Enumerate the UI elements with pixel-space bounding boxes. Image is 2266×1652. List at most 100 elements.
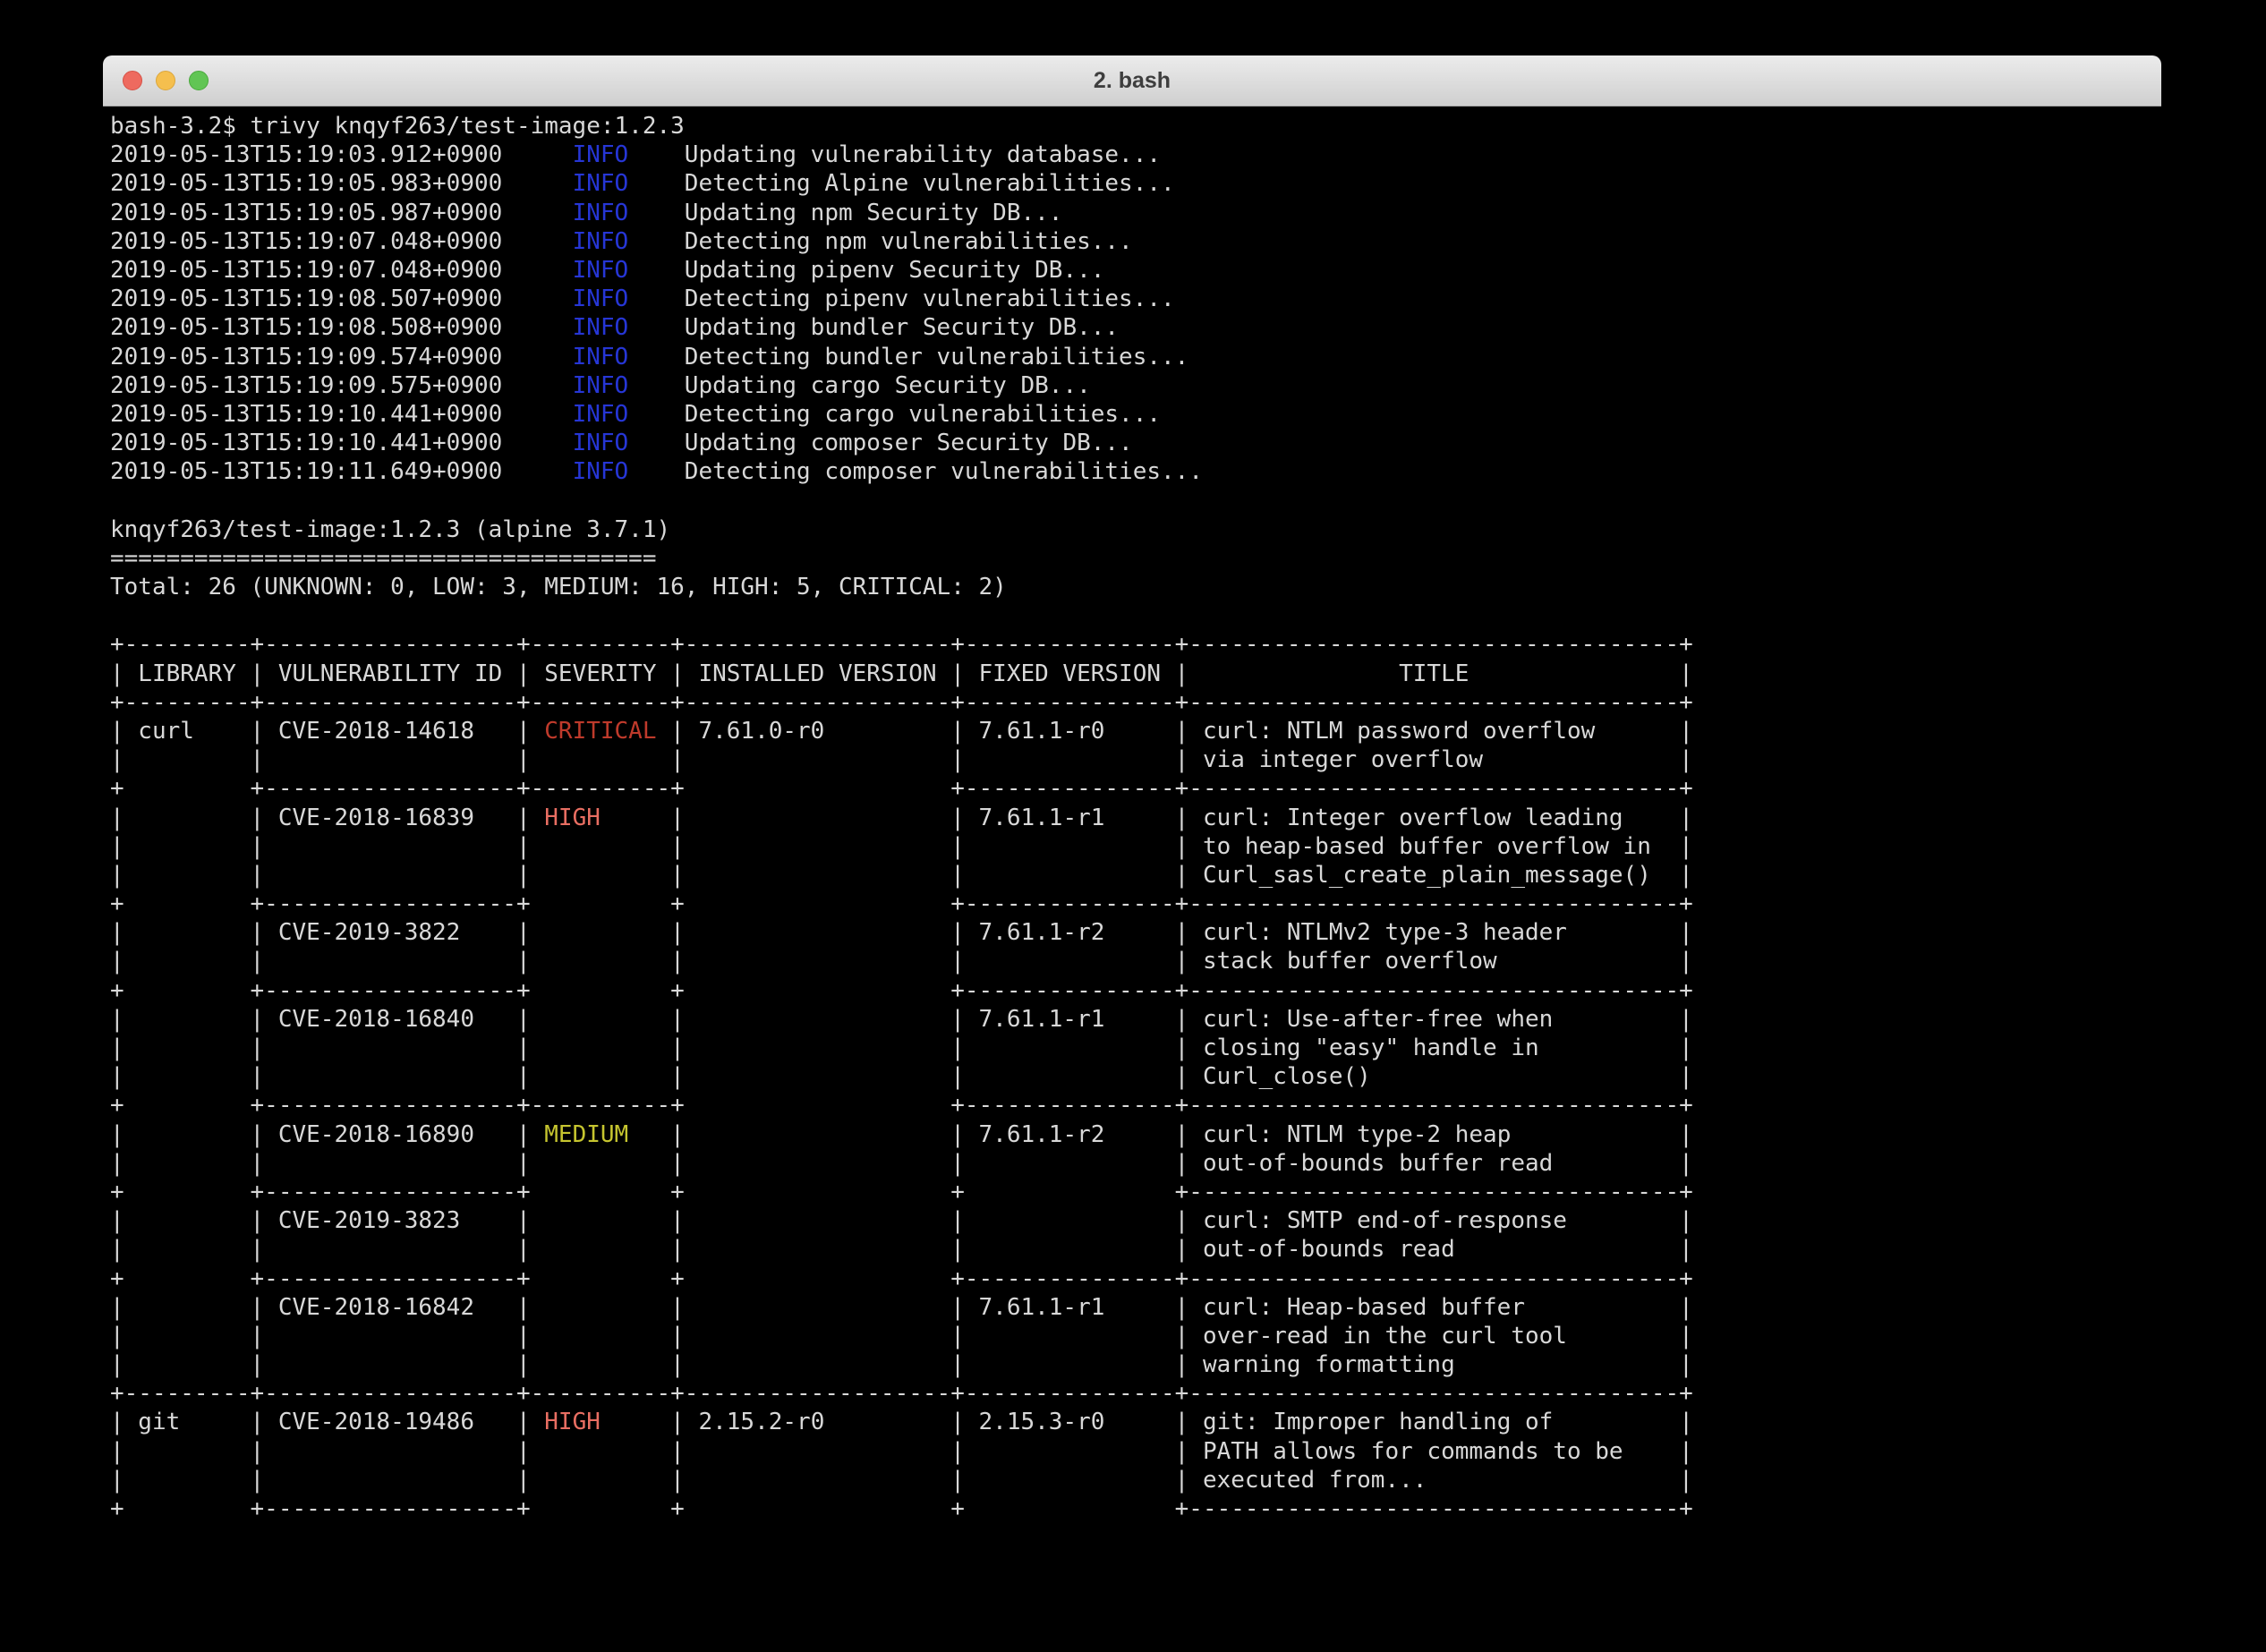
terminal-text: 2019-05-13T15:19:05.987+0900 xyxy=(110,200,573,226)
terminal-line: | | | | | | closing "easy" handle in | xyxy=(110,1034,2161,1062)
terminal-text: 2019-05-13T15:19:10.441+0900 xyxy=(110,430,573,456)
terminal-line: | | | | | | to heap-based buffer overflo… xyxy=(110,832,2161,861)
terminal-line: 2019-05-13T15:19:05.983+0900 INFO Detect… xyxy=(110,169,2161,198)
terminal-text: | | | | | | out-of-bounds read | xyxy=(110,1236,1693,1263)
terminal-line: | | CVE-2018-16839 | HIGH | | 7.61.1-r1 … xyxy=(110,804,2161,832)
high-text: HIGH xyxy=(544,1409,601,1435)
info-text: INFO xyxy=(573,401,629,428)
terminal-line: bash-3.2$ trivy knqyf263/test-image:1.2.… xyxy=(110,112,2161,141)
terminal-text: | | CVE-2018-16890 | xyxy=(110,1121,544,1148)
high-text: HIGH xyxy=(544,805,601,831)
terminal-text: | | | | | | out-of-bounds buffer read | xyxy=(110,1150,1693,1177)
info-text: INFO xyxy=(573,458,629,485)
terminal-line: | | | | | | Curl_sasl_create_plain_messa… xyxy=(110,861,2161,890)
terminal-text: 2019-05-13T15:19:09.574+0900 xyxy=(110,344,573,370)
terminal-text: + +------------------+----------+ +-----… xyxy=(110,1092,1693,1119)
terminal-line: | | CVE-2018-16842 | | | 7.61.1-r1 | cur… xyxy=(110,1293,2161,1322)
terminal-text: Detecting bundler vulnerabilities... xyxy=(628,344,1188,370)
terminal-text: Updating bundler Security DB... xyxy=(628,314,1119,341)
info-text: INFO xyxy=(573,372,629,399)
window-title: 2. bash xyxy=(103,55,2161,106)
terminal-line: + +------------------+ + +--------------… xyxy=(110,1265,2161,1293)
terminal-text: | | 7.61.1-r2 | curl: NTLM type-2 heap | xyxy=(628,1121,1693,1148)
terminal-window: 2. bash bash-3.2$ trivy knqyf263/test-im… xyxy=(103,55,2161,1617)
terminal-text: | | | | | | executed from... | xyxy=(110,1467,1693,1494)
terminal-text: | | | | | | closing "easy" handle in | xyxy=(110,1035,1693,1061)
terminal-line: | LIBRARY | VULNERABILITY ID | SEVERITY … xyxy=(110,660,2161,688)
terminal-text: + +------------------+ + +--------------… xyxy=(110,890,1693,917)
terminal-line: 2019-05-13T15:19:07.048+0900 INFO Updati… xyxy=(110,256,2161,285)
terminal-text: + +------------------+ + + +------------… xyxy=(110,1179,1693,1205)
window-titlebar[interactable]: 2. bash xyxy=(103,55,2161,106)
terminal-text: + +------------------+----------+ +-----… xyxy=(110,775,1693,802)
terminal-line: + +------------------+ + +--------------… xyxy=(110,890,2161,918)
terminal-text: | git | CVE-2018-19486 | xyxy=(110,1409,544,1435)
terminal-text: 2019-05-13T15:19:09.575+0900 xyxy=(110,372,573,399)
terminal-text: bash-3.2$ trivy knqyf263/test-image:1.2.… xyxy=(110,113,685,140)
terminal-line: | | CVE-2019-3822 | | | 7.61.1-r2 | curl… xyxy=(110,918,2161,947)
terminal-line: + +------------------+ + +--------------… xyxy=(110,976,2161,1005)
terminal-line: | | | | | | out-of-bounds buffer read | xyxy=(110,1149,2161,1178)
terminal-text: Total: 26 (UNKNOWN: 0, LOW: 3, MEDIUM: 1… xyxy=(110,574,1007,600)
info-text: INFO xyxy=(573,430,629,456)
terminal-text: Updating composer Security DB... xyxy=(628,430,1133,456)
terminal-text: | LIBRARY | VULNERABILITY ID | SEVERITY … xyxy=(110,660,1693,687)
terminal-text: | | | | | | Curl_close() | xyxy=(110,1063,1693,1090)
info-text: INFO xyxy=(573,285,629,312)
terminal-line: 2019-05-13T15:19:07.048+0900 INFO Detect… xyxy=(110,227,2161,256)
terminal-text: | | CVE-2018-16839 | xyxy=(110,805,544,831)
terminal-line: + +------------------+ + + +------------… xyxy=(110,1494,2161,1523)
info-text: INFO xyxy=(573,314,629,341)
critical-text: CRITICAL xyxy=(544,718,656,745)
terminal-line: | git | CVE-2018-19486 | HIGH | 2.15.2-r… xyxy=(110,1408,2161,1436)
terminal-text: | | | | | | warning formatting | xyxy=(110,1351,1693,1378)
medium-text: MEDIUM xyxy=(544,1121,628,1148)
info-text: INFO xyxy=(573,344,629,370)
terminal-line: + +------------------+----------+ +-----… xyxy=(110,1091,2161,1120)
terminal-text: | | CVE-2018-16840 | | | 7.61.1-r1 | cur… xyxy=(110,1006,1693,1033)
terminal-text: + +------------------+ + +--------------… xyxy=(110,1265,1693,1292)
terminal-line: + +------------------+ + + +------------… xyxy=(110,1178,2161,1206)
terminal-text: Detecting cargo vulnerabilities... xyxy=(628,401,1161,428)
terminal-text: | | | | | | Curl_sasl_create_plain_messa… xyxy=(110,862,1693,889)
terminal-text: | | 7.61.1-r1 | curl: Integer overflow l… xyxy=(601,805,1693,831)
terminal-text: | | CVE-2019-3822 | | | 7.61.1-r2 | curl… xyxy=(110,919,1693,946)
terminal-line: | | | | | | via integer overflow | xyxy=(110,745,2161,774)
info-text: INFO xyxy=(573,257,629,284)
terminal-text: Detecting pipenv vulnerabilities... xyxy=(628,285,1174,312)
terminal-text: +---------+------------------+----------… xyxy=(110,689,1693,716)
terminal-text: Updating cargo Security DB... xyxy=(628,372,1091,399)
terminal-line: | | CVE-2018-16840 | | | 7.61.1-r1 | cur… xyxy=(110,1005,2161,1034)
terminal-output[interactable]: bash-3.2$ trivy knqyf263/test-image:1.2.… xyxy=(103,106,2161,1523)
terminal-line: knqyf263/test-image:1.2.3 (alpine 3.7.1) xyxy=(110,515,2161,544)
terminal-text: Updating npm Security DB... xyxy=(628,200,1062,226)
terminal-line: | | | | | | Curl_close() | xyxy=(110,1062,2161,1091)
terminal-line: ======================================= xyxy=(110,544,2161,573)
terminal-line: 2019-05-13T15:19:05.987+0900 INFO Updati… xyxy=(110,199,2161,227)
terminal-line: +---------+------------------+----------… xyxy=(110,688,2161,717)
terminal-line: | | | | | | over-read in the curl tool | xyxy=(110,1322,2161,1350)
terminal-line: | | | | | | stack buffer overflow | xyxy=(110,947,2161,975)
info-text: INFO xyxy=(573,228,629,255)
terminal-line: 2019-05-13T15:19:03.912+0900 INFO Updati… xyxy=(110,141,2161,169)
terminal-line: 2019-05-13T15:19:10.441+0900 INFO Updati… xyxy=(110,429,2161,457)
terminal-line: | | | | | | PATH allows for commands to … xyxy=(110,1437,2161,1466)
terminal-text: 2019-05-13T15:19:11.649+0900 xyxy=(110,458,573,485)
terminal-text: +---------+------------------+----------… xyxy=(110,631,1693,658)
terminal-line: + +------------------+----------+ +-----… xyxy=(110,774,2161,803)
terminal-line: 2019-05-13T15:19:11.649+0900 INFO Detect… xyxy=(110,457,2161,486)
terminal-text: Detecting composer vulnerabilities... xyxy=(628,458,1203,485)
terminal-text: + +------------------+ + +--------------… xyxy=(110,977,1693,1004)
terminal-text: knqyf263/test-image:1.2.3 (alpine 3.7.1) xyxy=(110,516,670,543)
terminal-line: | | CVE-2018-16890 | MEDIUM | | 7.61.1-r… xyxy=(110,1120,2161,1149)
info-text: INFO xyxy=(573,141,629,168)
terminal-text: 2019-05-13T15:19:07.048+0900 xyxy=(110,228,573,255)
terminal-line: 2019-05-13T15:19:09.574+0900 INFO Detect… xyxy=(110,343,2161,371)
terminal-text: +---------+------------------+----------… xyxy=(110,1380,1693,1407)
terminal-line xyxy=(110,486,2161,515)
terminal-text: | | CVE-2018-16842 | | | 7.61.1-r1 | cur… xyxy=(110,1294,1693,1321)
terminal-line: 2019-05-13T15:19:08.507+0900 INFO Detect… xyxy=(110,285,2161,313)
terminal-text: Detecting Alpine vulnerabilities... xyxy=(628,170,1174,197)
terminal-line: 2019-05-13T15:19:10.441+0900 INFO Detect… xyxy=(110,400,2161,429)
terminal-line xyxy=(110,601,2161,630)
